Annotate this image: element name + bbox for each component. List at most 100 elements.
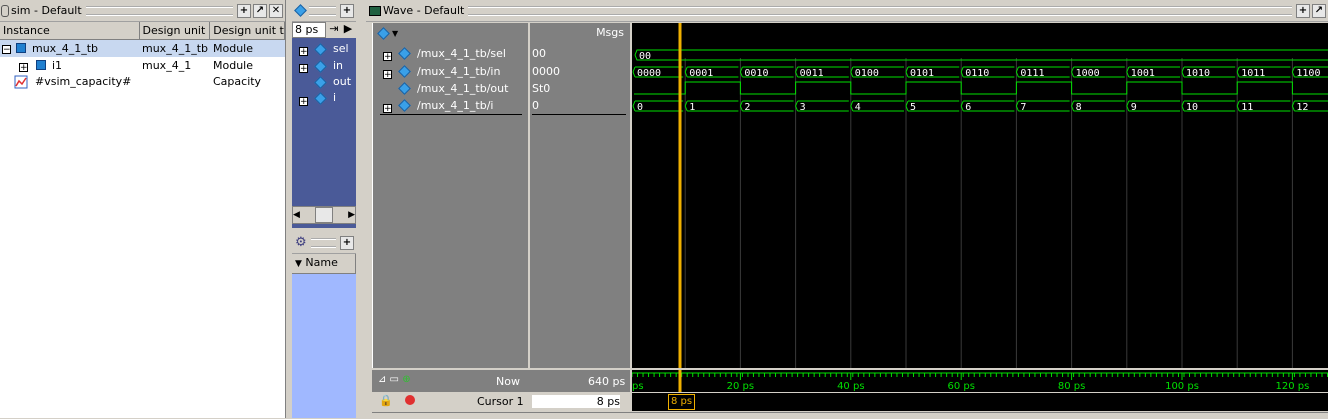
- signal-name[interactable]: /mux_4_1_tb/i: [417, 99, 493, 112]
- sel-bus-top: [634, 49, 1328, 56]
- expand-icon[interactable]: +: [383, 67, 392, 80]
- expand-icon[interactable]: −: [2, 42, 11, 55]
- in-bus-edge: [632, 66, 636, 73]
- object-item[interactable]: i: [333, 91, 336, 104]
- module-icon: [16, 43, 26, 53]
- remove-cursor-icon[interactable]: [405, 395, 415, 405]
- processes-panel: ⚙ + ▼ Name: [292, 232, 356, 418]
- tree-type: Module: [213, 42, 253, 55]
- tree-instance: #vsim_capacity#: [35, 75, 132, 88]
- col-name-label: Name: [305, 256, 338, 269]
- expand-icon[interactable]: +: [299, 44, 308, 57]
- signal-name[interactable]: /mux_4_1_tb/sel: [417, 47, 506, 60]
- expand-icon[interactable]: +: [299, 94, 308, 107]
- sel-bus-bottom: [634, 54, 1328, 61]
- now-icons[interactable]: ⊿ ▭ ⊕: [378, 374, 411, 385]
- in-bus-label: 0111: [1020, 68, 1044, 79]
- signal-icon: [314, 60, 327, 73]
- tree-unit: mux_4_1: [142, 59, 192, 72]
- signal-name[interactable]: /mux_4_1_tb/out: [417, 82, 508, 95]
- ruler-tick-label: 20 ps: [727, 381, 754, 392]
- sim-titlebar[interactable]: sim - Default + ↗ ✕: [0, 0, 285, 22]
- wave-area[interactable]: 00 0000 0001 0010 0011 0100 0101 0110 0111 1000 10…: [632, 23, 1328, 368]
- object-item[interactable]: in: [333, 59, 343, 72]
- expand-icon[interactable]: +: [383, 101, 392, 114]
- col-name[interactable]: ▼ Name: [292, 254, 356, 274]
- ruler-tick-label: 100 ps: [1165, 381, 1199, 392]
- signal-icon: [314, 92, 327, 105]
- wave-undock-icon[interactable]: ↗: [1312, 3, 1326, 18]
- wave-titlebar[interactable]: Wave - Default + ↗: [366, 0, 1328, 22]
- signal-value: St0: [532, 82, 551, 95]
- objects-drag-grip[interactable]: [309, 5, 336, 16]
- ruler-tick-label: ps: [632, 381, 644, 392]
- expand-icon[interactable]: +: [19, 60, 28, 73]
- wave-title: Wave - Default: [383, 4, 465, 17]
- dropdown-icon[interactable]: ▼: [392, 29, 398, 38]
- in-bus-label: 1001: [1131, 68, 1155, 79]
- objects-hscrollbar[interactable]: ◀ ▶: [292, 206, 356, 224]
- time-box[interactable]: 8 ps: [292, 22, 326, 38]
- gear-icon: ⚙: [295, 235, 307, 250]
- in-bus-label: 0010: [744, 68, 768, 79]
- scroll-right-icon[interactable]: ▶: [348, 210, 355, 220]
- objects-titlebar[interactable]: +: [292, 0, 356, 22]
- sim-close-icon[interactable]: ✕: [269, 3, 283, 18]
- wave-toolbar[interactable]: ▼: [373, 23, 528, 43]
- signal-value: 0000: [532, 65, 560, 78]
- in-bus-label: 1010: [1186, 68, 1210, 79]
- i-bus-label: 11: [1241, 102, 1253, 113]
- in-bus-label: 0110: [965, 68, 989, 79]
- cursor-label: Cursor 1: [477, 395, 524, 408]
- i-bus-label: 1: [689, 102, 695, 113]
- col-instance[interactable]: Instance: [0, 22, 140, 40]
- processes-titlebar[interactable]: ⚙ +: [292, 232, 356, 254]
- col-design-unit[interactable]: Design unit: [139, 22, 211, 40]
- lock-icon[interactable]: 🔒: [379, 394, 393, 407]
- msgs-header: Msgs: [596, 26, 624, 39]
- object-item[interactable]: out: [333, 75, 351, 88]
- wave-drag-grip[interactable]: [468, 5, 1292, 16]
- in-bus-label: 1011: [1241, 68, 1265, 79]
- sim-add-icon[interactable]: +: [237, 3, 251, 18]
- i-bus-label: 4: [855, 102, 861, 113]
- cursor-ruler: [632, 393, 1328, 411]
- in-bus-label: 0000: [637, 68, 661, 79]
- expand-icon[interactable]: +: [299, 61, 308, 74]
- i-bus-label: 2: [744, 102, 750, 113]
- i-bus-label: 5: [910, 102, 916, 113]
- ruler-tick-label: 60 ps: [947, 381, 974, 392]
- signal-name[interactable]: /mux_4_1_tb/in: [417, 65, 500, 78]
- col-design-unit-type[interactable]: Design unit typ: [210, 22, 285, 40]
- jump-icon[interactable]: ⇥: [326, 22, 342, 38]
- objects-panel: + 8 ps ⇥ ▶ + sel + in out + i ◀ ▶: [292, 0, 356, 228]
- i-bus-label: 3: [800, 102, 806, 113]
- wave-add-icon[interactable]: +: [1296, 3, 1310, 18]
- now-value: 640 ps: [588, 375, 626, 388]
- sel-bus-label: 00: [639, 51, 651, 62]
- sim-drag-grip[interactable]: [85, 5, 233, 16]
- tree-type: Capacity: [213, 75, 262, 88]
- add-wave-icon[interactable]: [377, 26, 390, 40]
- i-bus-label: 10: [1186, 102, 1198, 113]
- row-divider: [380, 114, 522, 115]
- objects-icon: [294, 4, 307, 17]
- cursor-tag[interactable]: 8 ps: [668, 394, 696, 410]
- i-bus-label: 12: [1296, 102, 1308, 113]
- in-bus-label: 0011: [800, 68, 824, 79]
- scroll-thumb[interactable]: [315, 207, 333, 223]
- processes-add-icon[interactable]: +: [340, 235, 354, 250]
- scroll-right-icon[interactable]: ▶: [342, 22, 354, 38]
- tree-instance: mux_4_1_tb: [32, 42, 98, 55]
- expand-icon[interactable]: +: [383, 49, 392, 62]
- ruler-tick-label: 120 ps: [1275, 381, 1309, 392]
- i-bus-label: 6: [965, 102, 971, 113]
- signal-icon: [314, 43, 327, 56]
- object-item[interactable]: sel: [333, 42, 349, 55]
- capacity-icon: [14, 75, 28, 89]
- wave-canvas[interactable]: 000000 0001 0010 0011 0100 0101 0110 0111 1000 10…: [632, 23, 1328, 368]
- objects-add-icon[interactable]: +: [340, 3, 354, 18]
- sim-undock-icon[interactable]: ↗: [253, 3, 267, 18]
- scroll-left-icon[interactable]: ◀: [293, 210, 300, 220]
- processes-drag-grip[interactable]: [310, 237, 336, 248]
